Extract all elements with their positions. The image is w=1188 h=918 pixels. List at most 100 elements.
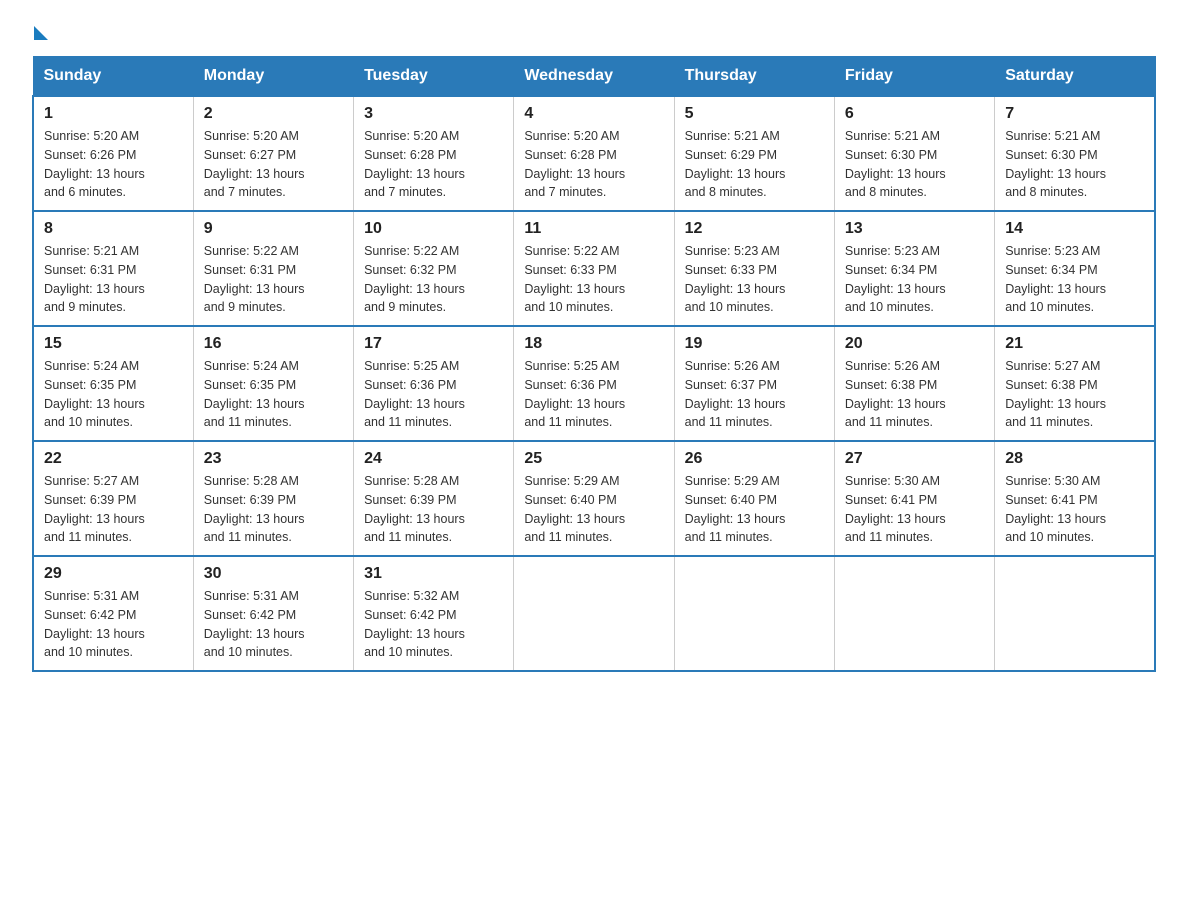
calendar-cell: 20 Sunrise: 5:26 AMSunset: 6:38 PMDayligh… xyxy=(834,326,994,441)
day-info: Sunrise: 5:20 AMSunset: 6:26 PMDaylight:… xyxy=(44,127,183,202)
calendar-cell: 31 Sunrise: 5:32 AMSunset: 6:42 PMDayligh… xyxy=(354,556,514,671)
day-number: 18 xyxy=(524,335,663,353)
day-info: Sunrise: 5:26 AMSunset: 6:38 PMDaylight:… xyxy=(845,357,984,432)
day-info: Sunrise: 5:31 AMSunset: 6:42 PMDaylight:… xyxy=(204,587,343,662)
day-number: 27 xyxy=(845,450,984,468)
calendar-cell: 19 Sunrise: 5:26 AMSunset: 6:37 PMDayligh… xyxy=(674,326,834,441)
page-header xyxy=(32,24,1156,40)
calendar-cell xyxy=(995,556,1155,671)
day-header-thursday: Thursday xyxy=(674,57,834,97)
day-info: Sunrise: 5:28 AMSunset: 6:39 PMDaylight:… xyxy=(364,472,503,547)
day-info: Sunrise: 5:31 AMSunset: 6:42 PMDaylight:… xyxy=(44,587,183,662)
calendar-cell: 2 Sunrise: 5:20 AMSunset: 6:27 PMDaylight… xyxy=(193,96,353,211)
day-number: 26 xyxy=(685,450,824,468)
day-number: 31 xyxy=(364,565,503,583)
calendar-cell: 24 Sunrise: 5:28 AMSunset: 6:39 PMDayligh… xyxy=(354,441,514,556)
week-row-3: 15 Sunrise: 5:24 AMSunset: 6:35 PMDayligh… xyxy=(33,326,1155,441)
calendar-cell: 25 Sunrise: 5:29 AMSunset: 6:40 PMDayligh… xyxy=(514,441,674,556)
day-number: 17 xyxy=(364,335,503,353)
calendar-cell: 17 Sunrise: 5:25 AMSunset: 6:36 PMDayligh… xyxy=(354,326,514,441)
calendar-cell: 10Sunrise: 5:22 AMSunset: 6:32 PMDayligh… xyxy=(354,211,514,326)
day-header-wednesday: Wednesday xyxy=(514,57,674,97)
calendar-cell xyxy=(834,556,994,671)
day-info: Sunrise: 5:20 AMSunset: 6:27 PMDaylight:… xyxy=(204,127,343,202)
day-number: 30 xyxy=(204,565,343,583)
day-info: Sunrise: 5:20 AMSunset: 6:28 PMDaylight:… xyxy=(524,127,663,202)
day-info: Sunrise: 5:30 AMSunset: 6:41 PMDaylight:… xyxy=(1005,472,1144,547)
day-number: 7 xyxy=(1005,105,1144,123)
day-number: 24 xyxy=(364,450,503,468)
day-info: Sunrise: 5:29 AMSunset: 6:40 PMDaylight:… xyxy=(524,472,663,547)
calendar-cell: 9 Sunrise: 5:22 AMSunset: 6:31 PMDaylight… xyxy=(193,211,353,326)
day-number: 1 xyxy=(44,105,183,123)
week-row-2: 8Sunrise: 5:21 AMSunset: 6:31 PMDaylight… xyxy=(33,211,1155,326)
week-row-5: 29 Sunrise: 5:31 AMSunset: 6:42 PMDayligh… xyxy=(33,556,1155,671)
calendar-cell: 16 Sunrise: 5:24 AMSunset: 6:35 PMDayligh… xyxy=(193,326,353,441)
day-number: 13 xyxy=(845,220,984,238)
day-info: Sunrise: 5:24 AMSunset: 6:35 PMDaylight:… xyxy=(204,357,343,432)
calendar-cell: 23 Sunrise: 5:28 AMSunset: 6:39 PMDayligh… xyxy=(193,441,353,556)
day-info: Sunrise: 5:29 AMSunset: 6:40 PMDaylight:… xyxy=(685,472,824,547)
day-number: 23 xyxy=(204,450,343,468)
day-info: Sunrise: 5:25 AMSunset: 6:36 PMDaylight:… xyxy=(524,357,663,432)
day-number: 2 xyxy=(204,105,343,123)
day-number: 16 xyxy=(204,335,343,353)
day-info: Sunrise: 5:20 AMSunset: 6:28 PMDaylight:… xyxy=(364,127,503,202)
calendar-cell: 28 Sunrise: 5:30 AMSunset: 6:41 PMDayligh… xyxy=(995,441,1155,556)
calendar-cell xyxy=(514,556,674,671)
calendar-cell xyxy=(674,556,834,671)
day-header-tuesday: Tuesday xyxy=(354,57,514,97)
day-number: 3 xyxy=(364,105,503,123)
day-info: Sunrise: 5:23 AMSunset: 6:34 PMDaylight:… xyxy=(1005,242,1144,317)
day-info: Sunrise: 5:25 AMSunset: 6:36 PMDaylight:… xyxy=(364,357,503,432)
day-number: 15 xyxy=(44,335,183,353)
calendar-cell: 22 Sunrise: 5:27 AMSunset: 6:39 PMDayligh… xyxy=(33,441,193,556)
calendar-cell: 13Sunrise: 5:23 AMSunset: 6:34 PMDayligh… xyxy=(834,211,994,326)
day-number: 25 xyxy=(524,450,663,468)
day-info: Sunrise: 5:21 AMSunset: 6:31 PMDaylight:… xyxy=(44,242,183,317)
day-number: 4 xyxy=(524,105,663,123)
day-info: Sunrise: 5:32 AMSunset: 6:42 PMDaylight:… xyxy=(364,587,503,662)
day-info: Sunrise: 5:24 AMSunset: 6:35 PMDaylight:… xyxy=(44,357,183,432)
day-info: Sunrise: 5:26 AMSunset: 6:37 PMDaylight:… xyxy=(685,357,824,432)
day-number: 28 xyxy=(1005,450,1144,468)
day-number: 10 xyxy=(364,220,503,238)
calendar-cell: 5 Sunrise: 5:21 AMSunset: 6:29 PMDaylight… xyxy=(674,96,834,211)
day-info: Sunrise: 5:21 AMSunset: 6:30 PMDaylight:… xyxy=(845,127,984,202)
days-header-row: SundayMondayTuesdayWednesdayThursdayFrid… xyxy=(33,57,1155,97)
calendar-cell: 30 Sunrise: 5:31 AMSunset: 6:42 PMDayligh… xyxy=(193,556,353,671)
day-number: 19 xyxy=(685,335,824,353)
day-number: 22 xyxy=(44,450,183,468)
calendar-cell: 27 Sunrise: 5:30 AMSunset: 6:41 PMDayligh… xyxy=(834,441,994,556)
day-info: Sunrise: 5:21 AMSunset: 6:30 PMDaylight:… xyxy=(1005,127,1144,202)
calendar-cell: 7 Sunrise: 5:21 AMSunset: 6:30 PMDaylight… xyxy=(995,96,1155,211)
day-number: 5 xyxy=(685,105,824,123)
calendar-cell: 3 Sunrise: 5:20 AMSunset: 6:28 PMDaylight… xyxy=(354,96,514,211)
day-number: 20 xyxy=(845,335,984,353)
day-info: Sunrise: 5:30 AMSunset: 6:41 PMDaylight:… xyxy=(845,472,984,547)
week-row-4: 22 Sunrise: 5:27 AMSunset: 6:39 PMDayligh… xyxy=(33,441,1155,556)
calendar-cell: 29 Sunrise: 5:31 AMSunset: 6:42 PMDayligh… xyxy=(33,556,193,671)
day-info: Sunrise: 5:22 AMSunset: 6:31 PMDaylight:… xyxy=(204,242,343,317)
day-header-saturday: Saturday xyxy=(995,57,1155,97)
calendar-cell: 15 Sunrise: 5:24 AMSunset: 6:35 PMDayligh… xyxy=(33,326,193,441)
day-info: Sunrise: 5:21 AMSunset: 6:29 PMDaylight:… xyxy=(685,127,824,202)
week-row-1: 1 Sunrise: 5:20 AMSunset: 6:26 PMDaylight… xyxy=(33,96,1155,211)
calendar-cell: 18 Sunrise: 5:25 AMSunset: 6:36 PMDayligh… xyxy=(514,326,674,441)
logo xyxy=(32,24,48,40)
day-number: 21 xyxy=(1005,335,1144,353)
calendar-table: SundayMondayTuesdayWednesdayThursdayFrid… xyxy=(32,56,1156,672)
calendar-cell: 6Sunrise: 5:21 AMSunset: 6:30 PMDaylight… xyxy=(834,96,994,211)
day-header-monday: Monday xyxy=(193,57,353,97)
day-number: 12 xyxy=(685,220,824,238)
day-info: Sunrise: 5:22 AMSunset: 6:33 PMDaylight:… xyxy=(524,242,663,317)
calendar-cell: 12Sunrise: 5:23 AMSunset: 6:33 PMDayligh… xyxy=(674,211,834,326)
logo-triangle-icon xyxy=(34,26,48,40)
day-number: 9 xyxy=(204,220,343,238)
calendar-cell: 14 Sunrise: 5:23 AMSunset: 6:34 PMDayligh… xyxy=(995,211,1155,326)
day-number: 29 xyxy=(44,565,183,583)
day-number: 14 xyxy=(1005,220,1144,238)
day-info: Sunrise: 5:28 AMSunset: 6:39 PMDaylight:… xyxy=(204,472,343,547)
day-info: Sunrise: 5:27 AMSunset: 6:39 PMDaylight:… xyxy=(44,472,183,547)
day-number: 11 xyxy=(524,220,663,238)
